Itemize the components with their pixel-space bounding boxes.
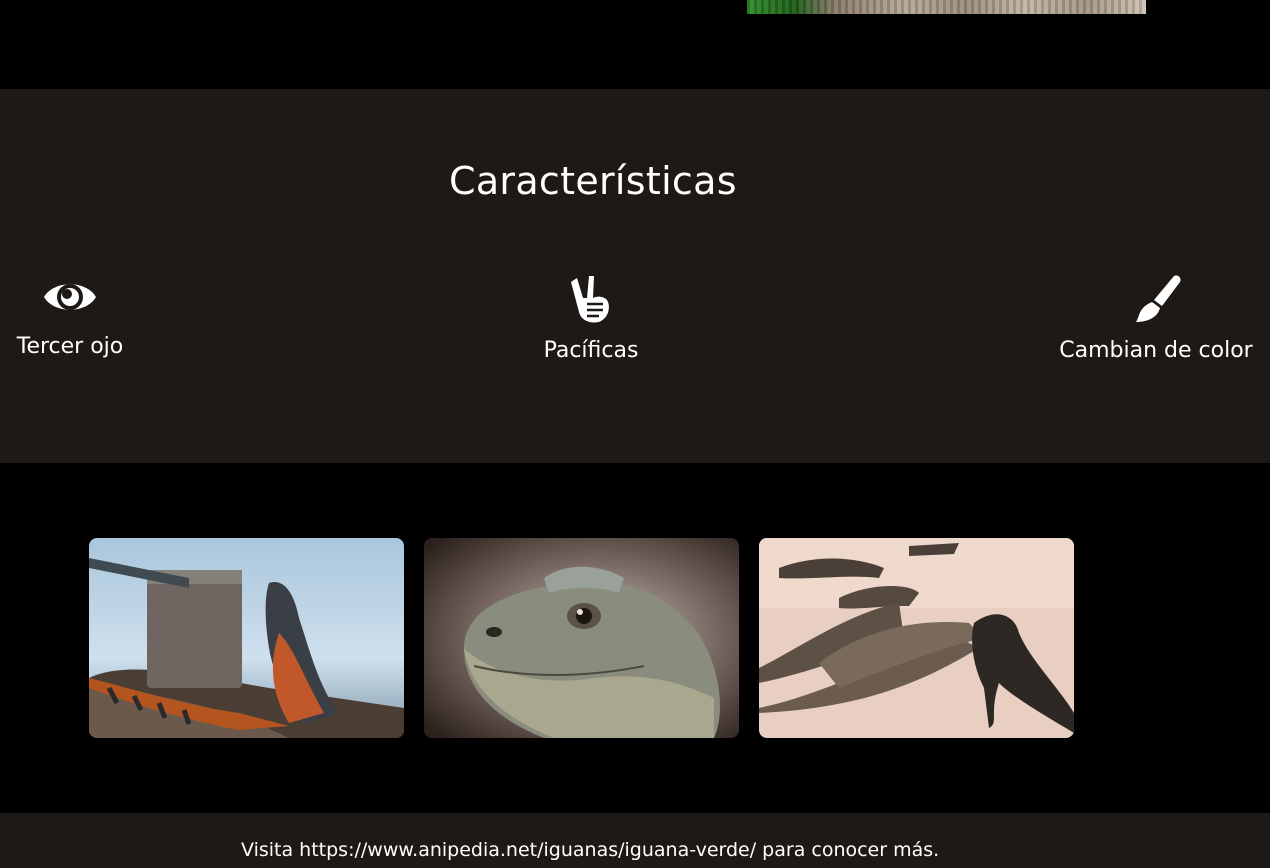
feature-label: Pacíficas bbox=[543, 338, 639, 363]
gallery-photo-orange-iguana[interactable] bbox=[89, 538, 404, 738]
features-section: Características Tercer ojo Pacíficas Cam bbox=[0, 89, 1270, 463]
feature-peaceful: Pacíficas bbox=[543, 274, 639, 363]
hero-image bbox=[747, 0, 1146, 14]
gallery-photo-iguanas-on-sand[interactable] bbox=[759, 538, 1074, 738]
eye-icon bbox=[44, 284, 96, 310]
footer: Visita https://www.anipedia.net/iguanas/… bbox=[0, 813, 1270, 868]
photo-gallery bbox=[89, 538, 1074, 738]
footer-source-text[interactable]: Visita https://www.anipedia.net/iguanas/… bbox=[241, 839, 939, 861]
feature-label: Cambian de color bbox=[1059, 338, 1253, 363]
hero-section-bottom bbox=[0, 0, 1270, 89]
gallery-photo-iguana-closeup[interactable] bbox=[424, 538, 739, 738]
feature-color-change: Cambian de color bbox=[1058, 274, 1254, 363]
feature-label: Tercer ojo bbox=[16, 334, 124, 359]
features-title: Características bbox=[449, 159, 737, 203]
paintbrush-icon bbox=[1136, 275, 1181, 322]
feature-third-eye: Tercer ojo bbox=[16, 274, 124, 359]
page: Características Tercer ojo Pacíficas Cam bbox=[0, 0, 1270, 868]
peace-hand-icon bbox=[571, 276, 609, 323]
